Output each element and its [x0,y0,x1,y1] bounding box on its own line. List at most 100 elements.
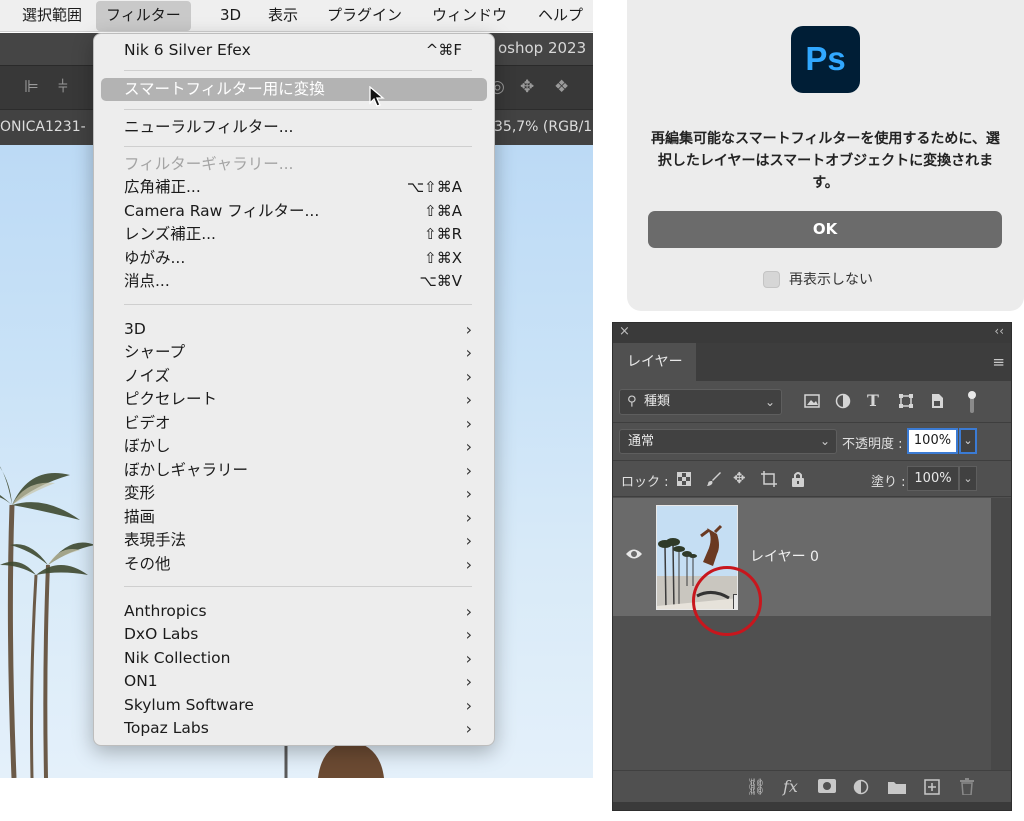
menu-filter[interactable]: フィルター [96,1,191,31]
type-layer-filter-icon[interactable]: T [867,391,879,410]
menu-item-plugin[interactable]: Skylum Software › [124,694,474,717]
menu-item-adaptive-wide-angle[interactable]: 広角補正... ⌥⇧⌘A [124,176,474,199]
menu-item-submenu[interactable]: ぼかし › [124,435,474,458]
close-icon[interactable]: × [619,324,630,339]
menu-item-label: 広角補正... [124,178,201,196]
lock-image-pixels-icon[interactable] [706,471,722,487]
pan-3d-icon[interactable]: ✥ [520,77,534,97]
adjustment-layer-filter-icon[interactable] [835,393,851,409]
menu-item-submenu[interactable]: その他 › [124,553,474,576]
align-left-icon[interactable]: ⊫ [24,77,39,97]
menu-item-neural-filters[interactable]: ニューラルフィルター... [124,116,474,139]
opacity-label: 不透明度 : [842,437,903,452]
menu-separator [124,586,472,587]
menu-3d[interactable]: 3D [210,0,251,32]
submenu-arrow-icon: › [465,414,472,433]
menu-view[interactable]: 表示 [258,0,308,32]
menu-item-submenu[interactable]: 表現手法 › [124,529,474,552]
lock-position-icon[interactable]: ✥ [733,469,746,487]
layer-name[interactable]: レイヤー 0 [750,546,819,566]
submenu-arrow-icon: › [465,672,472,691]
lock-all-icon[interactable] [791,471,805,487]
ok-button[interactable]: OK [648,211,1002,248]
menu-item-shortcut: ⌥⇧⌘A [406,178,462,196]
menu-item-filter-gallery: フィルターギャラリー... [124,153,474,176]
folder-icon[interactable] [888,780,906,794]
layer-list-scrollbar[interactable] [991,498,1011,770]
menu-item-plugin[interactable]: Anthropics › [124,600,474,623]
menu-item-label: Camera Raw フィルター... [124,202,320,220]
menu-item-shortcut: ⇧⌘X [424,249,462,267]
menu-item-last-filter[interactable]: Nik 6 Silver Efex ^⌘F [124,39,474,62]
menu-item-label: Nik 6 Silver Efex [124,41,251,59]
pixel-layer-filter-icon[interactable] [804,394,820,408]
menu-separator [124,70,472,71]
layer-list: レイヤー 0 [613,498,991,770]
panel-menu-icon[interactable]: ≡ [992,353,1005,371]
menu-item-plugin[interactable]: Nik Collection › [124,647,474,670]
menu-plugins[interactable]: プラグイン [317,0,412,32]
smart-filter-dialog: Ps 再編集可能なスマートフィルターを使用するために、選択したレイヤーはスマート… [627,0,1024,311]
photoshop-logo-icon: Ps [791,26,860,93]
align-center-icon[interactable]: ⫩ [58,77,68,97]
annotation-circle [692,566,762,636]
submenu-arrow-icon: › [465,367,472,386]
kind-filter-select[interactable]: ⚲ 種類 ⌄ [619,389,782,415]
fill-input[interactable]: 100% [907,466,959,491]
new-adjustment-layer-icon[interactable] [853,779,869,795]
opacity-input[interactable]: 100% [907,428,958,454]
tab-layers[interactable]: レイヤー [613,343,696,381]
menu-item-submenu[interactable]: 描画 › [124,506,474,529]
menu-item-vanishing-point[interactable]: 消点... ⌥⌘V [124,270,474,293]
menu-item-convert-smart-filter[interactable]: スマートフィルター用に変換 [101,78,487,101]
shape-layer-filter-icon[interactable] [898,393,914,409]
menu-help[interactable]: ヘルプ [528,0,593,32]
fill-dropdown-button[interactable]: ⌄ [959,466,977,491]
menu-item-plugin[interactable]: Topaz Labs › [124,717,474,740]
menu-item-label: ビデオ [124,414,171,432]
menu-item-label: ぼかし [124,437,171,455]
submenu-arrow-icon: › [465,696,472,715]
menu-item-plugin[interactable]: ON1 › [124,670,474,693]
fx-icon[interactable]: fx [783,777,798,796]
blend-mode-value: 通常 [628,434,655,449]
slide-3d-icon[interactable]: ❖ [554,77,569,97]
submenu-arrow-icon: › [465,343,472,362]
menu-item-submenu[interactable]: 変形 › [124,482,474,505]
layer-filter-row: ⚲ 種類 ⌄ T [613,381,1011,423]
submenu-arrow-icon: › [465,719,472,738]
menu-item-submenu[interactable]: ぼかしギャラリー › [124,459,474,482]
menu-item-camera-raw[interactable]: Camera Raw フィルター... ⇧⌘A [124,200,474,223]
chevron-down-icon: ⌄ [819,434,830,448]
menu-window[interactable]: ウィンドウ [422,0,517,32]
new-layer-icon[interactable] [924,779,940,795]
layer-row[interactable]: レイヤー 0 [613,498,991,636]
menu-item-submenu[interactable]: 3D › [124,318,474,341]
submenu-arrow-icon: › [465,437,472,456]
filter-toggle-switch[interactable] [968,389,976,415]
window-title: oshop 2023 [498,39,587,57]
menu-item-lens-correction[interactable]: レンズ補正... ⇧⌘R [124,223,474,246]
menu-item-submenu[interactable]: ビデオ › [124,412,474,435]
add-mask-icon[interactable] [818,779,836,793]
menu-item-submenu[interactable]: ピクセレート › [124,388,474,411]
collapse-icon[interactable]: ‹‹ [994,324,1004,338]
trash-icon[interactable] [960,778,974,795]
dont-show-checkbox[interactable] [763,271,780,288]
link-layers-icon[interactable]: ⛓ [746,777,766,796]
menu-item-submenu[interactable]: ノイズ › [124,365,474,388]
menu-item-submenu[interactable]: シャープ › [124,341,474,364]
opacity-dropdown-button[interactable]: ⌄ [959,428,977,454]
lock-transparent-pixels-icon[interactable] [677,472,691,486]
blend-mode-select[interactable]: 通常 ⌄ [619,429,837,454]
filter-dropdown-menu: Nik 6 Silver Efex ^⌘F スマートフィルター用に変換 ニューラ… [93,33,495,746]
smart-object-filter-icon[interactable] [930,393,944,409]
eye-icon[interactable] [625,548,643,560]
menu-select[interactable]: 選択範囲 [12,0,92,32]
menu-item-plugin[interactable]: DxO Labs › [124,623,474,646]
lock-artboard-icon[interactable] [761,471,777,487]
dont-show-label: 再表示しない [789,272,873,288]
menu-item-liquify[interactable]: ゆがみ... ⇧⌘X [124,247,474,270]
document-tab-name[interactable]: ONICA1231- [0,119,86,135]
submenu-arrow-icon: › [465,555,472,574]
